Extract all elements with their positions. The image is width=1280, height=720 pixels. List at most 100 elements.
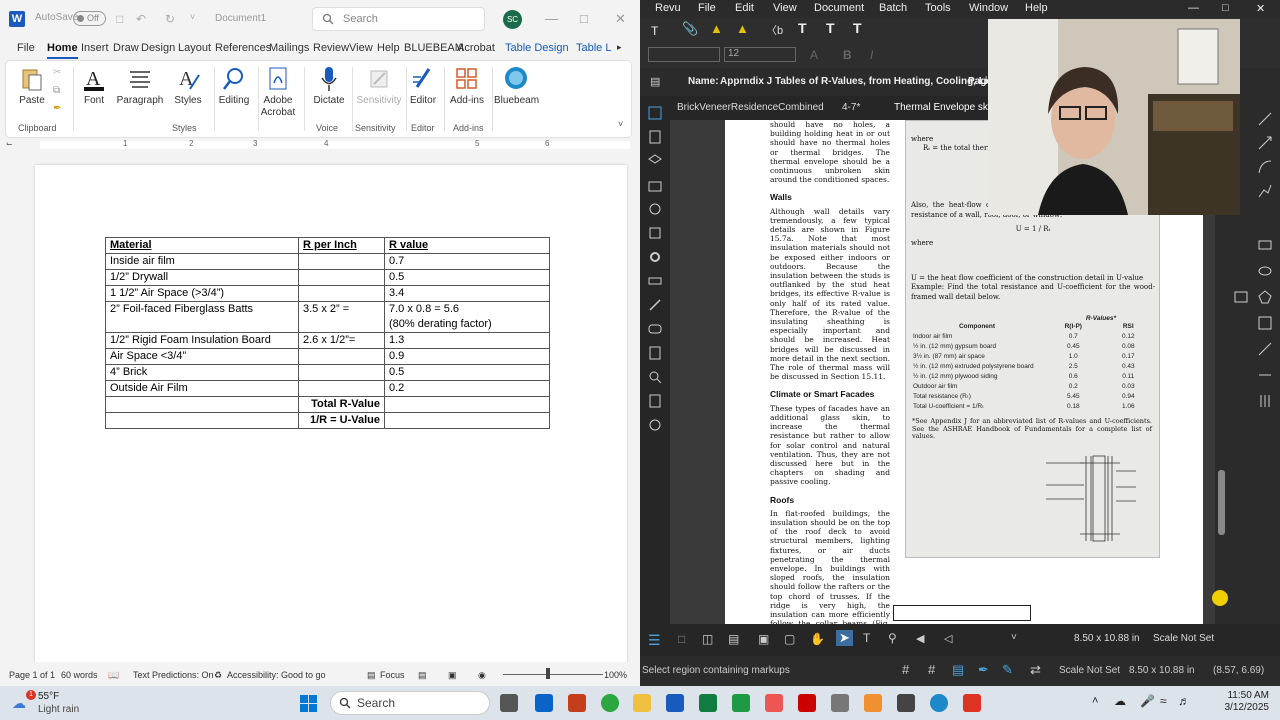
autosave-toggle[interactable]: Off xyxy=(73,11,106,26)
tab-file[interactable]: File xyxy=(17,42,35,54)
tab-home[interactable]: Home xyxy=(47,42,78,59)
zoom-level[interactable]: 100% xyxy=(604,670,627,680)
avatar[interactable]: SC xyxy=(503,10,522,29)
arrow-tool-icon[interactable] xyxy=(1258,136,1272,150)
web-layout-icon[interactable]: ◉ xyxy=(478,670,486,681)
spellcheck-icon[interactable]: 〈b xyxy=(766,22,783,38)
tab-bluebeam[interactable]: BLUEBEAM xyxy=(404,42,464,54)
ellipse-tool-icon[interactable] xyxy=(1258,264,1272,278)
table-cell[interactable]: 1/2” Drywall xyxy=(105,269,299,286)
tool-chest-icon[interactable] xyxy=(648,178,662,192)
close-icon[interactable]: ✕ xyxy=(615,11,626,27)
zoom-icon[interactable]: ⚲ xyxy=(888,631,897,645)
app-red-icon[interactable] xyxy=(765,694,783,712)
page-count[interactable]: Page 1 of 1 xyxy=(9,670,55,680)
word-taskbar-icon[interactable] xyxy=(666,694,684,712)
format-painter-icon[interactable]: ✒ xyxy=(53,103,61,114)
onedrive-icon[interactable]: ☁ xyxy=(1114,694,1126,708)
minimize-icon[interactable]: — xyxy=(545,11,558,26)
zoom-slider-thumb[interactable] xyxy=(546,668,550,679)
table-cell[interactable]: 0.2 xyxy=(384,380,550,397)
table-cell[interactable]: Outside Air Film xyxy=(105,380,299,397)
calculator-icon[interactable] xyxy=(831,694,849,712)
table-cell[interactable]: 2” Foil-faced Fiberglass Batts xyxy=(105,301,299,333)
proofing-icon[interactable]: 📖 xyxy=(108,670,119,681)
app-red2-icon[interactable] xyxy=(963,694,981,712)
table-cell[interactable]: 0.7 xyxy=(384,253,550,270)
wifi-icon[interactable]: ≈ xyxy=(1160,694,1167,708)
layers-icon[interactable] xyxy=(648,154,662,168)
word-search-box[interactable]: Search xyxy=(312,7,485,31)
weather-widget[interactable]: 1 ☁ 55°F Light rain xyxy=(12,689,112,717)
table-cell[interactable]: 0.5 xyxy=(384,364,550,381)
status-scale[interactable]: Scale Not Set xyxy=(1059,665,1120,676)
count-tool-icon[interactable] xyxy=(1258,394,1272,408)
tab-review[interactable]: Review xyxy=(313,42,349,54)
previous-page-icon[interactable]: ◁ xyxy=(944,632,952,645)
measurements-icon[interactable] xyxy=(648,274,662,288)
thumbnails-icon[interactable] xyxy=(648,106,662,120)
font-family-dropdown[interactable] xyxy=(648,47,720,62)
highlight-text-icon[interactable]: ▲ xyxy=(736,21,749,36)
sets-icon[interactable] xyxy=(648,322,662,336)
save-icon[interactable]: □ xyxy=(116,12,123,26)
revu-close-icon[interactable]: ✕ xyxy=(1256,2,1265,15)
u-value-label[interactable]: 1/R = U-Value xyxy=(298,412,385,429)
menu-tools[interactable]: Tools xyxy=(925,2,951,14)
italic-icon[interactable]: I xyxy=(870,48,873,62)
measure-tool-icon[interactable] xyxy=(1258,342,1272,356)
table-cell[interactable]: 7.0 x 0.8 = 5.6 (80% derating factor) xyxy=(384,301,550,333)
tab-references[interactable]: References xyxy=(215,42,271,54)
table-cell[interactable] xyxy=(298,269,385,286)
cut-icon[interactable]: ✂ xyxy=(53,67,61,78)
chevron-right-icon[interactable]: ▸ xyxy=(617,42,622,53)
header-material[interactable]: Material xyxy=(105,237,299,254)
table-cell[interactable] xyxy=(105,412,299,429)
table-cell[interactable]: 3.4 xyxy=(384,285,550,302)
tab-table-layout[interactable]: Table Layout xyxy=(576,42,612,54)
tab-acrobat[interactable]: Acrobat xyxy=(457,42,495,54)
polyline-tool-icon[interactable] xyxy=(1258,184,1272,198)
settings-icon[interactable] xyxy=(648,250,662,264)
text-predictions[interactable]: Text Predictions: On xyxy=(133,670,214,680)
properties-icon[interactable] xyxy=(648,202,662,216)
arc-tool-icon[interactable] xyxy=(1258,160,1272,174)
signatures-icon[interactable] xyxy=(648,226,662,240)
customize-qat-icon[interactable]: ˅ xyxy=(190,12,195,22)
list-view-icon[interactable]: ☰ xyxy=(648,632,661,649)
menu-help[interactable]: Help xyxy=(1025,2,1048,14)
line-tool-icon[interactable] xyxy=(1258,112,1272,126)
header-r-value[interactable]: R value xyxy=(384,237,550,254)
menu-view[interactable]: View xyxy=(773,2,797,14)
image-tool-icon[interactable] xyxy=(1234,290,1248,304)
acrobat-taskbar-icon[interactable] xyxy=(798,694,816,712)
app-green-icon[interactable] xyxy=(732,694,750,712)
split-vertical-icon[interactable]: ◫ xyxy=(702,632,713,646)
table-cell[interactable] xyxy=(298,364,385,381)
text-box-icon[interactable]: T xyxy=(798,20,807,36)
tab-view[interactable]: View xyxy=(349,42,373,54)
tab-4-7[interactable]: 4-7* xyxy=(842,102,860,113)
callout-icon[interactable]: T xyxy=(853,20,862,36)
attach-icon[interactable]: 📎 xyxy=(682,21,698,37)
snap-markup-icon[interactable]: ✒ xyxy=(978,662,989,678)
grid-icon[interactable]: # xyxy=(902,662,909,677)
page-scale[interactable]: Scale Not Set xyxy=(1153,633,1214,644)
tab-stop-icon[interactable]: ⌙ xyxy=(6,139,13,148)
snipping-tool-icon[interactable] xyxy=(897,694,915,712)
redo-icon[interactable]: ↻ xyxy=(165,12,175,26)
table-cell[interactable]: 1 1/2” Air Space (>3/4”) xyxy=(105,285,299,302)
pan-icon[interactable]: ✋ xyxy=(810,632,825,646)
menu-batch[interactable]: Batch xyxy=(879,2,907,14)
tab-mailings[interactable]: Mailings xyxy=(269,42,309,54)
highlight-icon[interactable]: ▲ xyxy=(710,21,723,36)
table-cell[interactable] xyxy=(105,396,299,413)
system-clock[interactable]: 11:50 AM 3/12/2025 xyxy=(1197,690,1270,714)
tab-layout[interactable]: Layout xyxy=(178,42,211,54)
page-dropdown-icon[interactable]: ˅ xyxy=(1011,632,1017,643)
read-mode-icon[interactable]: ▤ xyxy=(418,670,427,681)
start-icon[interactable] xyxy=(300,695,317,712)
first-page-icon[interactable]: ◀ xyxy=(916,632,924,645)
table-cell[interactable] xyxy=(298,253,385,270)
outlook-icon[interactable] xyxy=(535,694,553,712)
